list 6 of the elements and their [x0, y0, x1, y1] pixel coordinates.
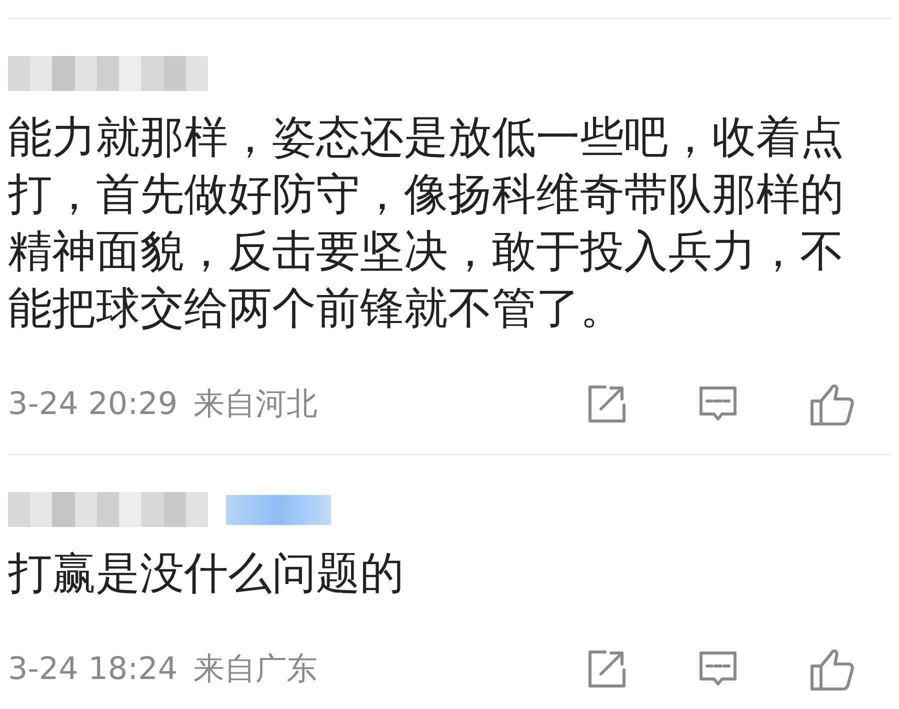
comment-time: 3-24 20:29	[8, 386, 178, 422]
comment-location: 来自广东	[194, 651, 318, 687]
comment-text: 打赢是没什么问题的	[8, 547, 405, 601]
comment-location: 来自河北	[194, 386, 318, 422]
comment-time: 3-24 18:24	[8, 651, 178, 687]
comment-text: 能力就那样，姿态还是放低一些吧，收着点打，首先做好防守，像扬科维奇带队那样的精神面貌，反击要坚决，敢于投入兵力，不能把球交给两个前锋就不管了。	[8, 111, 845, 336]
